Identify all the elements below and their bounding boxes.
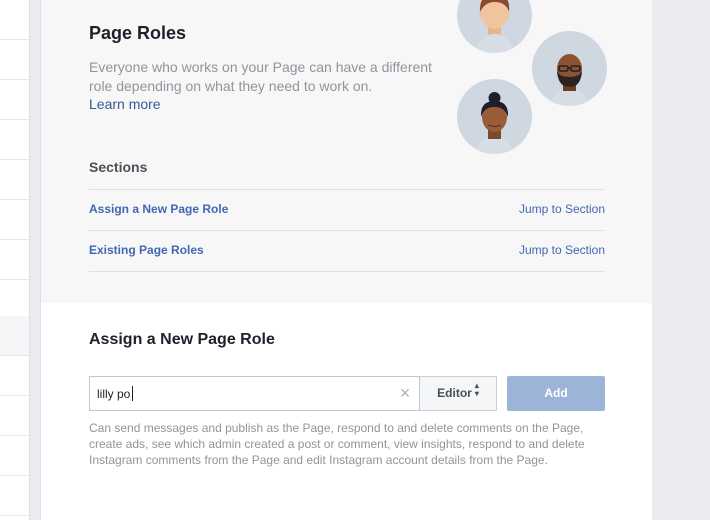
jump-to-section-link[interactable]: Jump to Section [519, 243, 605, 257]
man-avatar-icon [457, 0, 532, 53]
role-description: Can send messages and publish as the Pag… [89, 421, 585, 467]
woman-avatar-icon [457, 79, 532, 154]
jump-to-section-link[interactable]: Jump to Section [519, 202, 605, 216]
sidebar-item[interactable] [0, 200, 29, 240]
sidebar-item[interactable] [0, 356, 29, 396]
bearded-man-avatar-icon [532, 31, 607, 106]
sidebar-item[interactable] [0, 120, 29, 160]
sections-heading: Sections [89, 159, 148, 175]
section-row-assign: Assign a New Page Role Jump to Section [89, 189, 605, 229]
text-caret [132, 386, 133, 401]
name-search-input[interactable] [90, 377, 390, 410]
page-roles-hero: Page Roles Everyone who works on your Pa… [41, 0, 652, 303]
assign-role-heading: Assign a New Page Role [89, 331, 275, 348]
sidebar-item[interactable] [0, 80, 29, 120]
role-dropdown-label: Editor [437, 386, 472, 400]
sidebar-item[interactable] [0, 160, 29, 200]
sort-arrows-icon: ▴ ▾ [474, 381, 479, 398]
page-roles-panel: Page Roles Everyone who works on your Pa… [40, 0, 653, 520]
page-title: Page Roles [89, 23, 187, 43]
page-roles-description: Everyone who works on your Page can have… [89, 59, 432, 94]
sidebar-item[interactable] [0, 436, 29, 476]
learn-more-link[interactable]: Learn more [89, 96, 161, 112]
sidebar-item[interactable] [0, 476, 29, 516]
existing-page-roles-link[interactable]: Existing Page Roles [89, 243, 204, 257]
close-icon[interactable]: × [397, 384, 413, 402]
name-input-container: × [89, 376, 420, 411]
sidebar-item[interactable] [0, 240, 29, 280]
sidebar-item[interactable] [0, 0, 29, 40]
sidebar-item[interactable] [0, 40, 29, 80]
assign-new-page-role-link[interactable]: Assign a New Page Role [89, 202, 228, 216]
sidebar-item-page-roles[interactable] [0, 316, 29, 356]
role-dropdown[interactable]: Editor▴ ▾ [420, 376, 497, 411]
right-background [652, 0, 710, 520]
sidebar-item[interactable] [0, 396, 29, 436]
sidebar-item[interactable] [0, 280, 29, 320]
add-button[interactable]: Add [507, 376, 605, 411]
settings-sidebar [0, 0, 30, 520]
section-row-existing: Existing Page Roles Jump to Section [89, 230, 605, 272]
